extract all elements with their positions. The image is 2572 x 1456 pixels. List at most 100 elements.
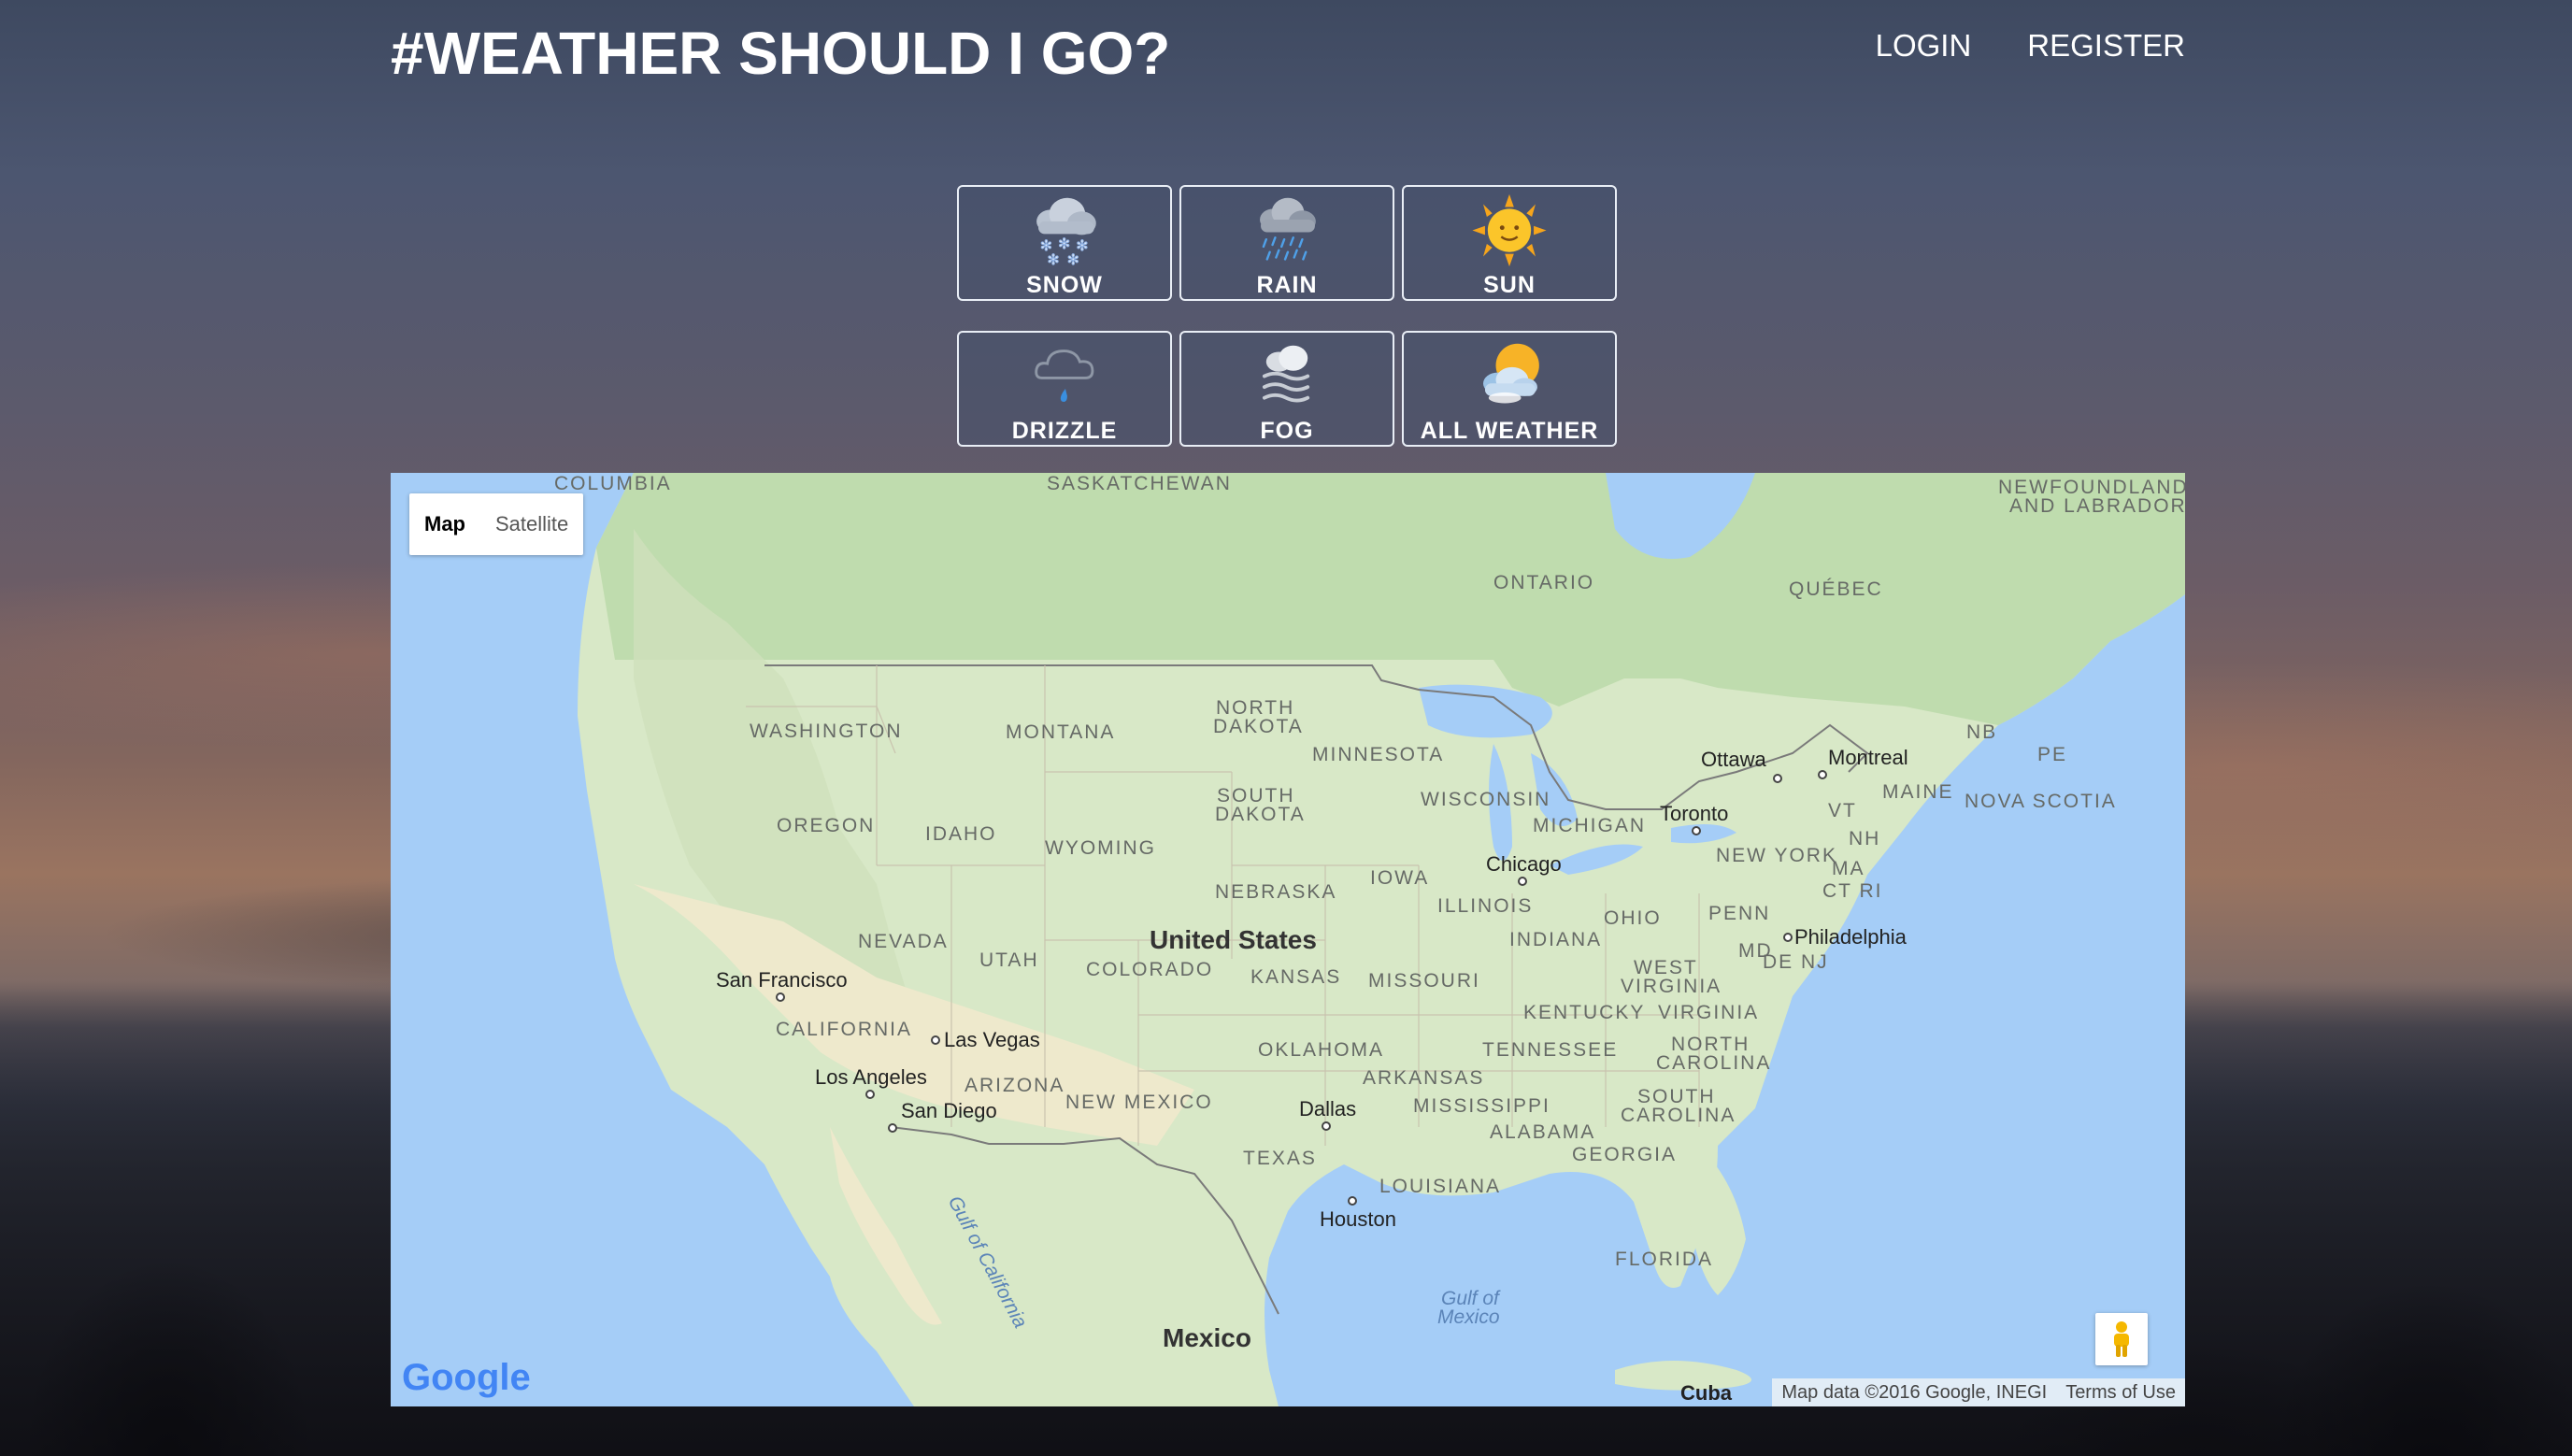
city-label: Philadelphia bbox=[1794, 925, 1907, 949]
region-label: DE NJ bbox=[1763, 951, 1829, 973]
region-label: UTAH bbox=[979, 949, 1039, 971]
region-label: KENTUCKY bbox=[1523, 1002, 1646, 1023]
google-logo-text: Google bbox=[402, 1357, 531, 1398]
sun-label: SUN bbox=[1483, 272, 1536, 298]
map-attribution: Map data ©2016 Google, INEGI Terms of Us… bbox=[1772, 1378, 2185, 1406]
city-marker bbox=[931, 1035, 940, 1045]
city-marker bbox=[776, 992, 785, 1002]
region-label: WISCONSIN bbox=[1421, 789, 1551, 810]
map-data-attribution[interactable]: Map data ©2016 Google, INEGI bbox=[1772, 1382, 2056, 1404]
svg-text:✻: ✻ bbox=[1058, 236, 1070, 252]
fog-label: FOG bbox=[1260, 418, 1314, 444]
region-label: COLORADO bbox=[1086, 959, 1214, 980]
region-label: NEW MEXICO bbox=[1065, 1092, 1213, 1113]
login-link[interactable]: LOGIN bbox=[1876, 28, 1972, 64]
region-label: IDAHO bbox=[925, 823, 997, 845]
snow-label: SNOW bbox=[1026, 272, 1103, 298]
city-label: San Francisco bbox=[716, 968, 848, 992]
country-label: United States bbox=[1150, 925, 1317, 954]
region-label: ONTARIO bbox=[1493, 572, 1595, 593]
snow-button[interactable]: ✻ ✻ ✻ ✻ ✻ SNOW bbox=[957, 185, 1172, 301]
city-marker bbox=[1348, 1196, 1357, 1206]
city-marker bbox=[888, 1123, 897, 1133]
city-label: Los Angeles bbox=[815, 1065, 927, 1089]
top-nav: LOGIN REGISTER bbox=[1876, 28, 2185, 64]
region-label: DAKOTA bbox=[1215, 804, 1306, 825]
region-label: FLORIDA bbox=[1615, 1249, 1714, 1270]
region-label: ILLINOIS bbox=[1437, 895, 1534, 917]
region-label: MISSOURI bbox=[1368, 970, 1480, 992]
drizzle-button[interactable]: DRIZZLE bbox=[957, 331, 1172, 447]
google-logo[interactable]: Google bbox=[402, 1357, 531, 1399]
region-label: LOUISIANA bbox=[1379, 1176, 1502, 1197]
region-label: COLUMBIA bbox=[554, 473, 672, 494]
city-label: Chicago bbox=[1486, 852, 1562, 876]
region-label: MAINE bbox=[1882, 781, 1954, 803]
register-link[interactable]: REGISTER bbox=[2027, 28, 2185, 64]
region-label: PE bbox=[2037, 744, 2068, 765]
region-label: TENNESSEE bbox=[1482, 1039, 1619, 1061]
region-label: NOVA SCOTIA bbox=[1965, 791, 2117, 812]
region-label: CALIFORNIA bbox=[776, 1019, 913, 1040]
region-label: WASHINGTON bbox=[750, 721, 903, 742]
region-label: ALABAMA bbox=[1490, 1121, 1596, 1143]
region-label: NB bbox=[1966, 721, 1998, 743]
region-label: OREGON bbox=[777, 815, 876, 836]
region-label: MISSISSIPPI bbox=[1413, 1095, 1550, 1117]
all-weather-label: ALL WEATHER bbox=[1420, 418, 1599, 444]
region-label: OHIO bbox=[1604, 907, 1662, 929]
water-label: Mexico bbox=[1437, 1306, 1500, 1328]
sun-behind-cloud-icon bbox=[1483, 343, 1539, 404]
city-label: Cuba bbox=[1680, 1381, 1732, 1405]
region-label: MICHIGAN bbox=[1533, 815, 1646, 836]
region-label: DAKOTA bbox=[1213, 716, 1304, 737]
region-label: CT RI bbox=[1822, 880, 1883, 902]
all-weather-button[interactable]: ALL WEATHER bbox=[1402, 331, 1617, 447]
region-label: AND LABRADOR bbox=[2009, 495, 2185, 517]
svg-text:✻: ✻ bbox=[1067, 251, 1079, 268]
site-title[interactable]: #WEATHER SHOULD I GO? bbox=[391, 19, 1170, 88]
street-view-pegman-button[interactable] bbox=[2095, 1313, 2148, 1365]
google-map[interactable]: COLUMBIA SASKATCHEWAN NEWFOUNDLAND AND L… bbox=[391, 473, 2185, 1406]
region-label: PENN bbox=[1708, 903, 1771, 924]
rain-label: RAIN bbox=[1256, 272, 1318, 298]
region-label: VT bbox=[1828, 800, 1857, 821]
fog-icon bbox=[1262, 345, 1310, 403]
region-label: KANSAS bbox=[1250, 966, 1342, 988]
region-label: NEW YORK bbox=[1716, 845, 1837, 866]
region-label: NH bbox=[1849, 828, 1881, 849]
sun-button[interactable]: SUN bbox=[1402, 185, 1617, 301]
region-label: MA bbox=[1832, 858, 1865, 879]
region-label: GEORGIA bbox=[1572, 1144, 1678, 1165]
weather-filter-grid: ✻ ✻ ✻ ✻ ✻ SNOW RAIN SUN DRIZZLE FOG ALL … bbox=[957, 185, 1617, 447]
city-label: Ottawa bbox=[1701, 748, 1766, 771]
map-type-control: Map Satellite bbox=[409, 493, 584, 555]
city-marker bbox=[1783, 933, 1793, 942]
region-label: ARIZONA bbox=[964, 1075, 1065, 1096]
site-header: #WEATHER SHOULD I GO? LOGIN REGISTER bbox=[391, 9, 2185, 93]
sun-icon bbox=[1472, 193, 1547, 267]
region-label: OKLAHOMA bbox=[1258, 1039, 1385, 1061]
region-label: NEVADA bbox=[858, 931, 949, 952]
pegman-icon bbox=[2114, 1321, 2129, 1357]
terms-of-use-link[interactable]: Terms of Use bbox=[2056, 1382, 2185, 1404]
fog-button[interactable]: FOG bbox=[1179, 331, 1394, 447]
map-type-satellite-button[interactable]: Satellite bbox=[480, 493, 583, 555]
rain-button[interactable]: RAIN bbox=[1179, 185, 1394, 301]
snow-cloud-icon: ✻ ✻ ✻ ✻ ✻ bbox=[1036, 197, 1096, 269]
region-label: TEXAS bbox=[1243, 1148, 1317, 1169]
rain-cloud-icon bbox=[1260, 197, 1316, 261]
city-marker bbox=[1773, 774, 1782, 783]
region-label: WYOMING bbox=[1045, 837, 1156, 859]
region-label: IOWA bbox=[1370, 867, 1430, 889]
map-type-map-button[interactable]: Map bbox=[409, 493, 480, 555]
region-label: MONTANA bbox=[1006, 721, 1116, 743]
region-label: VIRGINIA bbox=[1658, 1002, 1760, 1023]
drizzle-label: DRIZZLE bbox=[1011, 418, 1118, 444]
region-label: VIRGINIA bbox=[1621, 976, 1722, 997]
city-label: Houston bbox=[1320, 1207, 1396, 1231]
svg-text:✻: ✻ bbox=[1048, 251, 1060, 268]
region-label: SASKATCHEWAN bbox=[1047, 473, 1232, 494]
region-label: CAROLINA bbox=[1656, 1052, 1772, 1074]
city-marker bbox=[1818, 770, 1827, 779]
